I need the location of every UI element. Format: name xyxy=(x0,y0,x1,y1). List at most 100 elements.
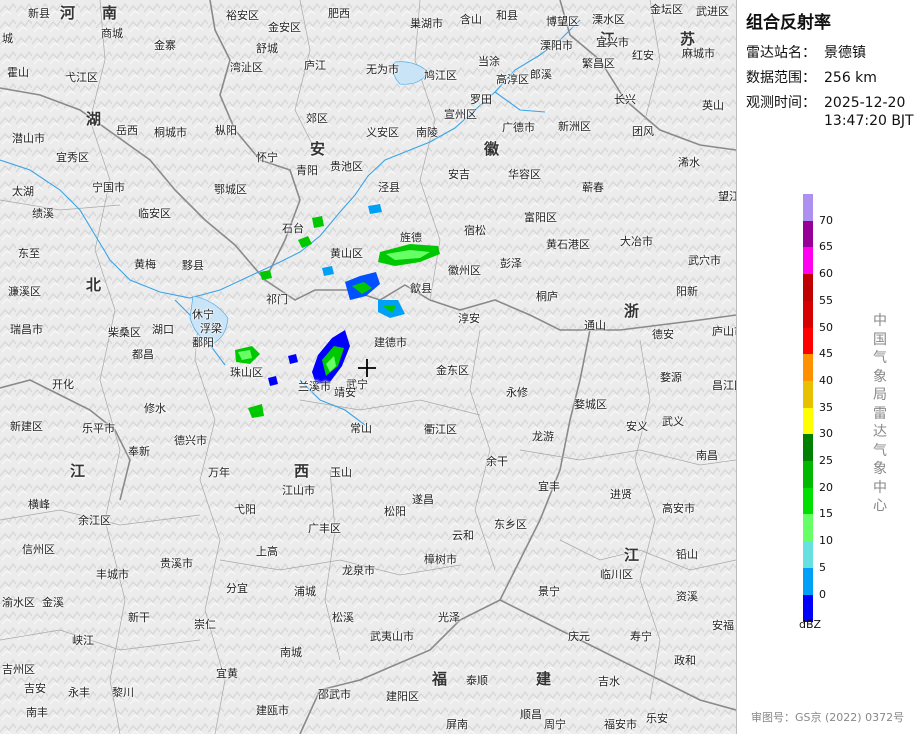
station-name: 景德镇 xyxy=(824,45,866,61)
legend-swatch xyxy=(803,274,813,302)
place-label: 彭泽 xyxy=(500,257,522,270)
place-label: 新县 xyxy=(28,7,50,20)
place-label: 周宁 xyxy=(544,718,566,731)
place-label: 宿松 xyxy=(464,224,486,237)
legend-tick-label: 35 xyxy=(819,400,833,414)
place-label: 旌德 xyxy=(400,231,422,244)
province-label: 河 xyxy=(60,4,76,22)
obs-date: 2025-12-20 xyxy=(824,95,906,111)
radar-map[interactable]: 河南湖北安徽江苏浙江西福建江新县城裕安区 金安区 肥西 巢湖市 含山 和县 博望区 溧水区 金坛… xyxy=(0,0,737,734)
place-label: 建阳区 xyxy=(386,690,419,703)
legend-tick-label: 15 xyxy=(819,507,833,521)
legend-swatch xyxy=(803,461,813,489)
legend-swatch xyxy=(803,567,813,595)
place-label: 贵溪市 xyxy=(160,557,193,570)
legend-swatch xyxy=(803,407,813,435)
range-row: 数据范围： 256 km xyxy=(746,67,877,87)
place-label: 寿宁 xyxy=(630,630,652,643)
place-label: 庐江 xyxy=(304,59,326,72)
legend-tick-label: 10 xyxy=(819,534,833,548)
place-label: 婺源 xyxy=(660,371,682,384)
legend-swatch xyxy=(803,487,813,515)
place-label: 濂溪区 xyxy=(8,285,41,298)
place-label: 南丰 xyxy=(26,706,48,719)
place-label: 余江区 xyxy=(78,514,111,527)
place-label: 玉山 xyxy=(330,466,352,479)
place-label: 溧水区 xyxy=(592,13,625,26)
place-label: 松溪 xyxy=(332,611,354,624)
place-label: 松阳 xyxy=(384,505,406,518)
place-label: 枞阳 xyxy=(215,124,237,137)
place-label: 高安市 xyxy=(662,502,695,515)
place-label: 阳新 xyxy=(676,285,698,298)
place-label: 舒城 xyxy=(256,42,278,55)
place-label: 肥西 xyxy=(328,7,350,20)
place-label: 新建区 xyxy=(10,420,43,433)
legend-tick-label: 20 xyxy=(819,480,833,494)
place-label: 政和 xyxy=(674,654,696,667)
place-label: 遂昌 xyxy=(412,493,434,506)
place-label: 樟树市 xyxy=(424,553,457,566)
legend-swatch xyxy=(803,514,813,542)
place-label: 奉新 xyxy=(128,445,150,458)
place-label: 泾县 xyxy=(378,181,400,194)
place-label: 婺城区 xyxy=(574,398,607,411)
place-label: 崇仁 xyxy=(194,618,216,631)
place-label: 常山 xyxy=(350,422,372,435)
place-label: 武夷山市 xyxy=(370,630,414,643)
terrain-relief xyxy=(0,0,736,734)
map-approval-number: 审图号：GS京 (2022) 0372号 xyxy=(751,711,905,724)
place-label: 当涂 xyxy=(478,55,500,68)
place-label: 南陵 xyxy=(416,126,438,139)
place-label: 金坛区 xyxy=(650,3,683,16)
place-label: 湖口 xyxy=(152,323,174,336)
station-row: 雷达站名： 景德镇 xyxy=(746,42,866,62)
place-label: 渝水区 xyxy=(2,596,35,609)
place-label: 宜丰 xyxy=(538,480,560,493)
legend-tick-label: 60 xyxy=(819,267,833,281)
place-label: 宣州区 xyxy=(444,108,477,121)
place-label: 和县 xyxy=(496,9,518,22)
place-label: 福安市 xyxy=(604,718,637,731)
place-label: 新洲区 xyxy=(558,120,591,133)
place-label: 横峰 xyxy=(28,498,50,511)
place-label: 龙游 xyxy=(532,430,554,443)
place-label: 兰溪市 xyxy=(298,380,331,393)
place-label: 吉安 xyxy=(24,682,46,695)
station-label: 雷达站名： xyxy=(746,45,816,61)
place-label: 江山市 xyxy=(282,484,315,497)
legend-tick-label: 25 xyxy=(819,454,833,467)
place-label: 屏南 xyxy=(446,718,468,731)
legend-tick-label: 30 xyxy=(819,427,833,441)
province-label: 江 xyxy=(624,546,640,564)
place-label: 衢江区 xyxy=(424,423,457,436)
place-label: 黄山区 xyxy=(330,247,363,260)
place-label: 安福 xyxy=(712,619,734,632)
place-label: 分宜 xyxy=(226,582,248,595)
place-label: 鄱阳 xyxy=(192,336,214,349)
place-label: 郎溪 xyxy=(530,68,552,81)
place-label: 长兴 xyxy=(614,93,636,106)
place-label: 光泽 xyxy=(438,611,460,624)
place-label: 金寨 xyxy=(154,39,176,52)
place-label: 怀宁 xyxy=(256,151,278,164)
radar-map-app: 河南湖北安徽江苏浙江西福建江新县城裕安区 金安区 肥西 巢湖市 含山 和县 博望区 溧水区 金坛… xyxy=(0,0,924,734)
place-label: 通山 xyxy=(584,319,606,332)
legend-swatch xyxy=(803,541,813,569)
province-label: 南 xyxy=(102,4,118,22)
place-label: 巢湖市 xyxy=(410,17,443,30)
place-label: 建德市 xyxy=(374,336,407,349)
place-label: 弋江区 xyxy=(65,71,98,84)
time-row: 观测时间： 2025-12-20 xyxy=(746,92,905,112)
place-label: 泰顺 xyxy=(466,674,488,687)
legend-tick-label: 0 xyxy=(819,587,826,601)
product-title: 组合反射率 xyxy=(746,13,831,33)
place-label: 高淳区 xyxy=(496,73,529,86)
place-label: 丰城市 xyxy=(96,568,129,581)
map-graphics xyxy=(0,0,736,734)
place-label: 华容区 xyxy=(508,168,541,181)
place-label: 红安 xyxy=(632,49,654,62)
place-label: 无为市 xyxy=(366,63,399,76)
place-label: 岳西 xyxy=(116,124,138,137)
place-label: 黄梅 xyxy=(134,258,156,271)
